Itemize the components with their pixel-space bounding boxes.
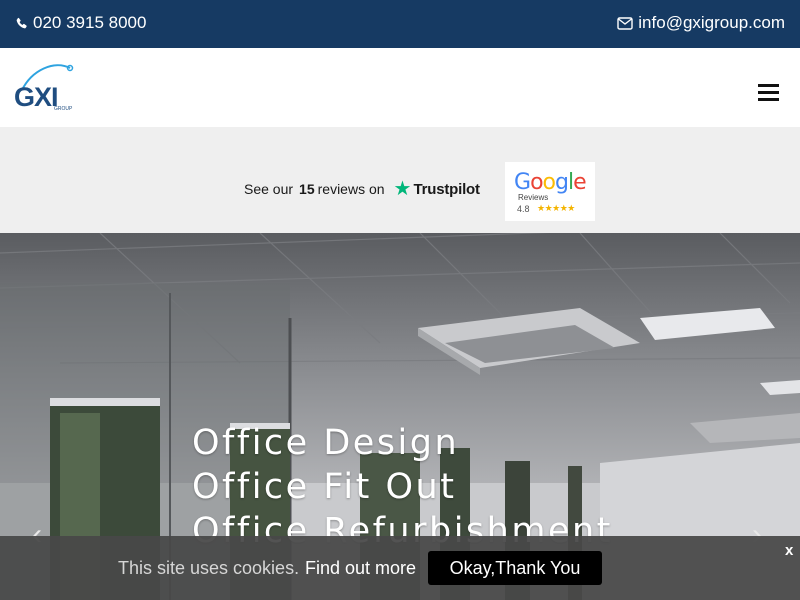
reviews-band: See our 15 reviews on ★ Trustpilot Googl…	[0, 127, 800, 233]
google-logo: Google	[514, 170, 587, 195]
cookie-banner: This site uses cookies. Find out more Ok…	[0, 536, 800, 600]
email-link[interactable]: info@gxigroup.com	[617, 13, 785, 33]
cookie-close-button[interactable]: x	[785, 542, 793, 559]
google-stars: ★★★★★	[537, 203, 575, 213]
google-reviews-label: Reviews	[518, 193, 549, 202]
trustpilot-suffix: reviews on	[317, 181, 385, 197]
hero-headline: Office Design Office Fit Out Office Refu…	[192, 421, 613, 553]
trustpilot-widget[interactable]: See our 15 reviews on ★ Trustpilot	[244, 179, 480, 199]
envelope-icon	[617, 16, 633, 30]
phone-number: 020 3915 8000	[33, 13, 147, 32]
cookie-message: This site uses cookies.	[118, 558, 300, 578]
phone-link[interactable]: 020 3915 8000	[15, 13, 146, 33]
phone-icon	[16, 17, 27, 28]
trustpilot-review-count: 15	[299, 181, 315, 197]
hero-line-2: Office Fit Out	[192, 467, 457, 507]
logo-text: GXI	[14, 82, 59, 112]
hamburger-icon[interactable]	[758, 84, 780, 102]
hero-line-1: Office Design	[192, 423, 460, 463]
trustpilot-brand: Trustpilot	[413, 180, 480, 198]
site-header: GXI GROUP	[0, 48, 800, 127]
email-address: info@gxigroup.com	[638, 13, 785, 32]
gxi-logo[interactable]: GXI GROUP	[14, 62, 74, 114]
logo-subtext: GROUP	[54, 106, 73, 112]
trustpilot-prefix: See our	[244, 181, 294, 197]
cookie-accept-button[interactable]: Okay,Thank You	[428, 551, 602, 585]
contact-bar: 020 3915 8000 info@gxigroup.com	[0, 0, 800, 48]
google-reviews-badge[interactable]: Google Reviews 4.8 ★★★★★	[505, 162, 595, 221]
cookie-find-out-more-link[interactable]: Find out more	[305, 558, 416, 579]
google-rating: 4.8	[517, 204, 530, 214]
trustpilot-star-icon: ★	[393, 178, 412, 200]
